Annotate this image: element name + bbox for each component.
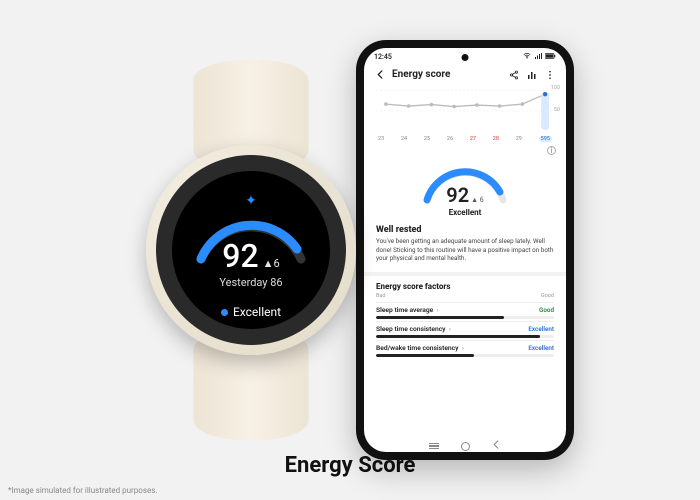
chart-day[interactable]: 27 <box>470 136 476 142</box>
recents-icon[interactable] <box>429 443 439 449</box>
smartwatch: ✦ 92 ▲6 Yesterday 86 Excellent <box>126 60 376 440</box>
factor-value: Excellent <box>528 325 554 333</box>
signal-icon <box>534 53 542 61</box>
sparkline <box>376 89 554 134</box>
watch-body: ✦ 92 ▲6 Yesterday 86 Excellent <box>146 145 356 355</box>
camera-cutout <box>462 54 469 61</box>
gauge-block: i 92 ▲ 6 Excellent <box>364 144 566 221</box>
factor-name: Bed/wake time consistency › <box>376 344 464 352</box>
chart-day[interactable]: 23 <box>378 136 384 142</box>
scale-bad: Bad <box>376 293 386 299</box>
share-icon[interactable] <box>508 70 520 80</box>
home-icon[interactable] <box>461 442 470 451</box>
chart-day[interactable]: 24 <box>401 136 407 142</box>
axis-label-50: 50 <box>554 107 560 113</box>
chart-day[interactable]: 28 <box>493 136 499 142</box>
more-icon[interactable] <box>544 70 556 80</box>
battery-icon <box>545 53 556 61</box>
trend-chart[interactable]: 100 50 23 24 25 26 27 28 29 595 <box>364 85 566 144</box>
gauge-score-delta: ▲ 6 <box>471 196 484 204</box>
factor-name: Sleep time average › <box>376 306 439 314</box>
axis-label-100: 100 <box>551 85 560 91</box>
chart-day[interactable]: 595 <box>539 136 552 142</box>
factor-value: Good <box>539 306 554 314</box>
factor-row[interactable]: Sleep time average › Good <box>376 302 554 321</box>
gauge-score-value: 92 <box>446 183 469 207</box>
watch-gauge: ✦ <box>181 189 321 269</box>
chevron-right-icon: › <box>460 345 463 352</box>
phone-screen[interactable]: 12:45 Energy score <box>364 48 566 452</box>
factor-row[interactable]: Sleep time consistency › Excellent <box>376 321 554 340</box>
factor-bar <box>376 335 554 338</box>
factor-bar <box>376 316 554 319</box>
factors-section: Energy score factors Bad Good Sleep time… <box>364 276 566 365</box>
nav-back-icon[interactable] <box>492 440 501 452</box>
well-rested-heading: Well rested <box>376 225 554 235</box>
info-icon[interactable]: i <box>547 146 556 155</box>
chart-day[interactable]: 25 <box>424 136 430 142</box>
watch-score-delta: ▲6 <box>263 257 280 270</box>
android-nav-bar[interactable] <box>364 440 566 452</box>
factor-bar <box>376 354 554 357</box>
smartphone: 12:45 Energy score <box>356 40 574 460</box>
chevron-right-icon: › <box>448 326 451 333</box>
disclaimer-text: *Image simulated for illustrated purpose… <box>8 486 157 495</box>
chart-day[interactable]: 26 <box>447 136 453 142</box>
well-rested-card: Well rested You've been getting an adequ… <box>364 221 566 267</box>
chart-day[interactable]: 29 <box>516 136 522 142</box>
factors-heading: Energy score factors <box>376 282 554 291</box>
scale-good: Good <box>541 293 554 299</box>
well-rested-body: You've been getting an adequate amount o… <box>376 237 554 263</box>
chart-day-labels: 23 24 25 26 27 28 29 595 <box>376 136 554 142</box>
factor-value: Excellent <box>528 344 554 352</box>
page-title: Energy score <box>392 69 502 80</box>
status-dot-icon <box>221 309 228 316</box>
app-bar: Energy score <box>364 66 566 85</box>
watch-yesterday-label: Yesterday 86 <box>219 276 282 289</box>
product-caption: Energy Score <box>0 453 700 478</box>
factor-name: Sleep time consistency › <box>376 325 451 333</box>
gauge-status-text: Excellent <box>449 208 482 217</box>
chevron-right-icon: › <box>435 307 438 314</box>
watch-face[interactable]: ✦ 92 ▲6 Yesterday 86 Excellent <box>172 171 330 329</box>
watch-status-text: Excellent <box>233 305 281 319</box>
wifi-icon <box>523 53 531 61</box>
watch-status-row: Excellent <box>221 305 281 319</box>
chart-toggle-icon[interactable] <box>526 70 538 80</box>
watch-band-bottom <box>194 340 309 440</box>
status-time: 12:45 <box>374 53 392 61</box>
factor-row[interactable]: Bed/wake time consistency › Excellent <box>376 340 554 359</box>
watch-bezel: ✦ 92 ▲6 Yesterday 86 Excellent <box>156 155 346 345</box>
